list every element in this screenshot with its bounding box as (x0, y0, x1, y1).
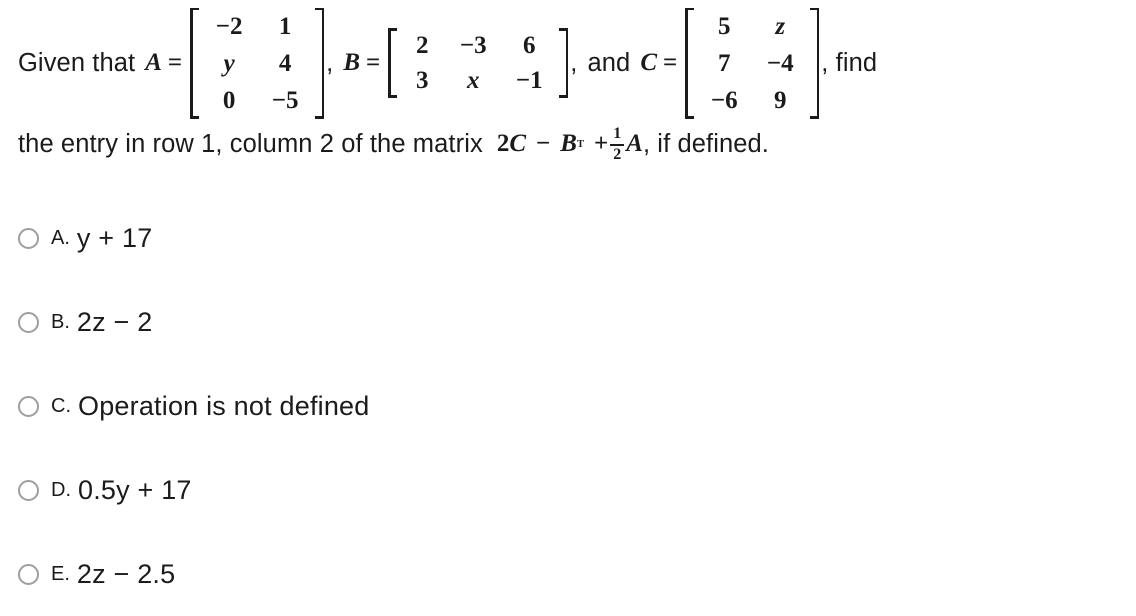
matrix-a-cell-r1c2: 1 (278, 12, 292, 40)
matrix-b-label: B (343, 49, 361, 76)
radio-button-b[interactable] (18, 311, 39, 333)
option-text-d: 0.5y + 17 (78, 474, 192, 505)
expression-plus: + (594, 130, 609, 157)
option-text-a: y + 17 (76, 222, 153, 253)
matrix-c-cell-r3c2: 9 (774, 86, 787, 114)
option-text-b: 2z − 2 (76, 306, 153, 337)
conjunction-and: and (587, 48, 631, 77)
matrix-b-cell-r2c2: x (467, 67, 480, 94)
matrix-a-cell-r2c1: y (223, 49, 235, 77)
expression-coefficient-2: 2 (496, 130, 510, 157)
matrix-a-label: A (145, 49, 162, 76)
matrix-b: 2 −3 6 3 x −1 (388, 28, 569, 98)
matrix-b-cell-r1c2: −3 (459, 32, 487, 59)
matrix-c-cell-r3c1: −6 (710, 86, 738, 114)
option-letter-b: B. (51, 310, 70, 333)
radio-button-c[interactable] (18, 395, 39, 417)
matrix-c-cell-r2c1: 7 (718, 49, 731, 77)
expression-matrix-c: C (509, 130, 527, 157)
matrix-c: 5 z 7 −4 −6 9 (685, 7, 820, 119)
bracket-left-icon (388, 28, 399, 98)
find-text: , find (821, 48, 878, 77)
matrix-b-cell-r1c3: 6 (523, 32, 536, 59)
bracket-right-icon (557, 28, 569, 98)
option-letter-a: A. (51, 226, 70, 249)
matrix-a: −2 1 y 4 0 −5 (190, 7, 325, 119)
expression-minus: − (536, 130, 551, 157)
expression-matrix-b: B (560, 130, 577, 157)
equals-sign-b: = (366, 49, 381, 76)
matrix-a-cell-r3c2: −5 (271, 86, 299, 114)
option-row-e[interactable]: E. 2z − 2.5 (18, 532, 1118, 616)
matrix-a-grid: −2 1 y 4 0 −5 (201, 8, 313, 119)
option-row-b[interactable]: B. 2z − 2 (18, 280, 1118, 364)
option-text-e: 2z − 2.5 (76, 558, 176, 589)
radio-button-d[interactable] (18, 479, 39, 501)
matrix-b-cell-r2c3: −1 (515, 67, 543, 94)
option-row-c[interactable]: C. Operation is not defined (18, 364, 1118, 448)
matrix-b-cell-r2c1: 3 (416, 67, 429, 94)
matrix-c-label: C (640, 49, 658, 76)
matrix-a-cell-r2c2: 4 (278, 49, 292, 77)
equals-sign-a: = (167, 49, 183, 76)
radio-button-a[interactable] (18, 227, 39, 249)
expression-matrix-a: A (626, 130, 643, 157)
matrix-b-cell-r1c1: 2 (416, 32, 429, 59)
option-letter-e: E. (51, 562, 70, 585)
option-row-d[interactable]: D. 0.5y + 17 (18, 448, 1118, 532)
question-intro: Given that (18, 48, 136, 77)
fraction-one-half: 1 2 (610, 125, 625, 164)
radio-button-e[interactable] (18, 563, 39, 585)
bracket-right-icon (313, 7, 325, 119)
matrix-c-cell-r2c2: −4 (766, 49, 794, 77)
question-line-2: the entry in row 1, column 2 of the matr… (18, 120, 1128, 168)
option-letter-c: C. (51, 394, 71, 417)
bracket-right-icon (808, 7, 820, 119)
option-row-a[interactable]: A. y + 17 (18, 196, 1118, 280)
option-text-c: Operation is not defined (78, 390, 370, 421)
fraction-denominator: 2 (613, 146, 622, 163)
equals-sign-c: = (663, 49, 678, 76)
question-block: Given that A = −2 1 y 4 0 −5 , B = 2 −3 … (18, 7, 1128, 168)
matrix-c-grid: 5 z 7 −4 −6 9 (696, 8, 808, 119)
matrix-a-cell-r1c1: −2 (215, 12, 243, 40)
comma-after-b: , (570, 48, 578, 77)
matrix-a-cell-r3c1: 0 (222, 86, 236, 114)
question-line-1: Given that A = −2 1 y 4 0 −5 , B = 2 −3 … (18, 7, 1128, 119)
matrix-c-cell-r1c1: 5 (718, 12, 731, 40)
question-tail-line2: , if defined. (642, 129, 769, 158)
matrix-c-cell-r1c2: z (775, 12, 786, 40)
answer-options-list: A. y + 17 B. 2z − 2 C. Operation is not … (18, 196, 1118, 616)
fraction-numerator: 1 (613, 125, 622, 143)
question-lead-line2: the entry in row 1, column 2 of the matr… (18, 129, 483, 158)
bracket-left-icon (685, 7, 696, 119)
option-letter-d: D. (51, 478, 71, 501)
matrix-b-grid: 2 −3 6 3 x −1 (399, 28, 557, 98)
comma-after-a: , (326, 48, 334, 77)
expression-transpose-superscript: T (576, 138, 584, 150)
bracket-left-icon (190, 7, 201, 119)
